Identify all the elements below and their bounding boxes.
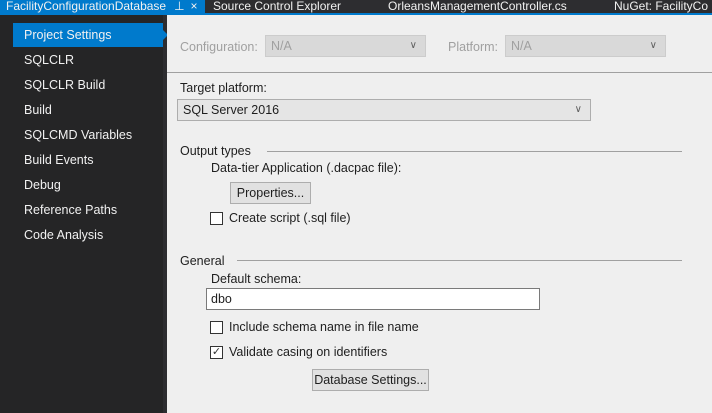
chevron-down-icon: ∨ [649,40,657,51]
sidebar: Project Settings SQLCLR SQLCLR Build Bui… [0,15,168,413]
dacpac-label: Data-tier Application (.dacpac file): [211,161,402,175]
sidebar-item-reference-paths[interactable]: Reference Paths [13,198,163,222]
pin-icon[interactable]: ⊥ [174,0,184,13]
sidebar-item-build-events[interactable]: Build Events [13,148,163,172]
checkmark-icon: ✓ [211,346,222,358]
default-schema-label: Default schema: [211,272,302,286]
sidebar-item-sqlcmd-variables[interactable]: SQLCMD Variables [13,123,163,147]
general-heading: General [180,254,225,268]
configuration-select[interactable]: N/A ∨ [265,35,426,57]
configuration-label: Configuration: [180,40,258,54]
platform-label: Platform: [448,40,499,54]
divider [167,72,712,73]
validate-casing-label[interactable]: Validate casing on identifiers [229,345,387,359]
project-settings-panel: Configuration: N/A ∨ Platform: N/A ∨ Targe… [167,15,712,413]
sidebar-item-debug[interactable]: Debug [13,173,163,197]
divider [267,151,682,152]
sidebar-item-sqlclr[interactable]: SQLCLR [13,48,163,72]
validate-casing-checkbox[interactable]: ✓ [210,346,223,359]
properties-button[interactable]: Properties... [230,182,311,204]
create-script-checkbox[interactable] [210,212,223,225]
tab-source-control-explorer[interactable]: Source Control Explorer [213,0,341,13]
document-tab-strip: FacilityConfigurationDatabase ⊥ × Source C… [0,0,712,15]
close-icon[interactable]: × [191,0,198,13]
include-schema-checkbox[interactable] [210,321,223,334]
sidebar-item-code-analysis[interactable]: Code Analysis [13,223,163,247]
create-script-label[interactable]: Create script (.sql file) [229,211,351,225]
tab-nuget[interactable]: NuGet: FacilityCo [614,0,708,13]
tab-orleans-management-controller[interactable]: OrleansManagementController.cs [388,0,567,13]
sidebar-item-build[interactable]: Build [13,98,163,122]
include-schema-label[interactable]: Include schema name in file name [229,320,419,334]
divider [237,260,682,261]
output-types-heading: Output types [180,144,251,158]
target-platform-label: Target platform: [180,81,267,95]
target-platform-select[interactable]: SQL Server 2016 ∨ [177,99,591,121]
tab-facility-configuration-database[interactable]: FacilityConfigurationDatabase ⊥ × [0,0,205,13]
sidebar-item-project-settings[interactable]: Project Settings [13,23,168,47]
default-schema-input[interactable]: dbo [206,288,540,310]
chevron-down-icon: ∨ [574,104,582,115]
database-settings-button[interactable]: Database Settings... [312,369,429,391]
chevron-down-icon: ∨ [409,40,417,51]
platform-select[interactable]: N/A ∨ [505,35,666,57]
sidebar-item-sqlclr-build[interactable]: SQLCLR Build [13,73,163,97]
